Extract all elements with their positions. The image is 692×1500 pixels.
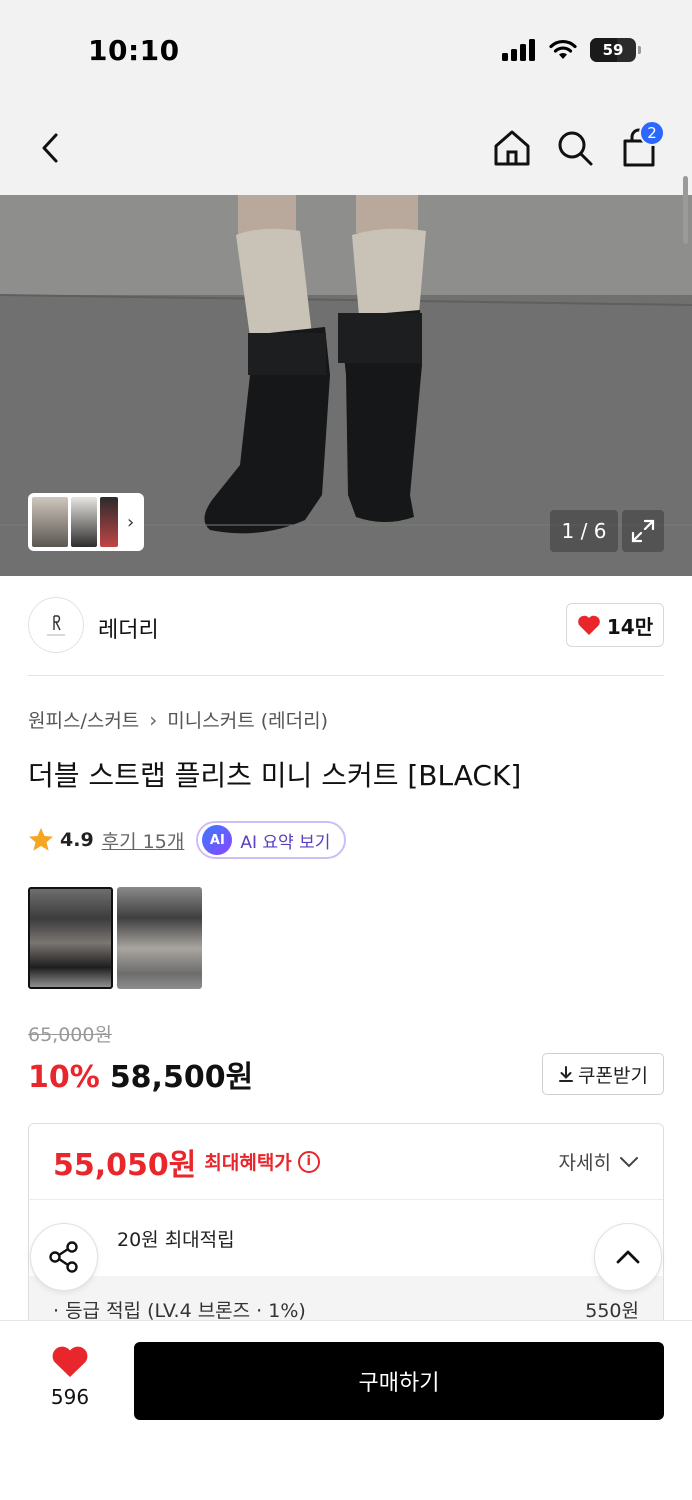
ai-summary-label: AI 요약 보기: [240, 832, 331, 853]
scroll-to-top-button[interactable]: [594, 1223, 662, 1291]
chevron-right-icon: ›: [149, 707, 158, 732]
home-icon: [494, 130, 530, 166]
color-option-thumbnail[interactable]: [117, 887, 202, 989]
product-image[interactable]: › 1 / 6: [0, 195, 692, 576]
points-row: 20원 최대적립: [29, 1200, 663, 1276]
brand-logo-mark: [47, 615, 65, 636]
points-text: 20원 최대적립: [117, 1228, 235, 1251]
coupon-download-button[interactable]: 쿠폰받기: [542, 1053, 664, 1095]
wishlist-count: 596: [50, 1385, 90, 1409]
brand-name[interactable]: 레더리: [98, 612, 159, 644]
star-icon: [29, 828, 53, 851]
brand-like-count: 14만: [606, 614, 654, 639]
bottom-action-bar: 596 구매하기: [0, 1320, 692, 1500]
buy-button[interactable]: 구매하기: [134, 1342, 664, 1420]
review-count-link[interactable]: 후기 15개: [102, 827, 185, 854]
breadcrumb-item[interactable]: 원피스/스커트: [28, 706, 139, 733]
max-benefit-row: 55,050원 최대혜택가 i 자세히: [29, 1124, 663, 1200]
detail-label: 자세히: [558, 1152, 611, 1174]
signal-icon: [502, 39, 535, 61]
max-benefit-label: 최대혜택가: [204, 1152, 292, 1174]
share-icon: [49, 1241, 78, 1273]
brand-row: 레더리 14만: [0, 576, 692, 676]
expand-icon: [631, 519, 655, 543]
share-button[interactable]: [30, 1223, 98, 1291]
battery-level: 59: [602, 41, 624, 59]
info-icon[interactable]: i: [297, 1150, 320, 1173]
download-icon: [559, 1066, 574, 1082]
brand-like-button[interactable]: 14만: [566, 603, 664, 647]
brand-logo[interactable]: [28, 597, 84, 653]
benefit-detail-toggle[interactable]: 자세히: [559, 1148, 639, 1175]
status-bar: 10:10 59: [0, 0, 692, 100]
scrollbar[interactable]: [683, 176, 688, 244]
points-line: · 등급 적립 (LV.4 브론즈 · 1%) 550원: [53, 1296, 639, 1323]
discount-rate: 10%: [28, 1060, 100, 1095]
product-title: 더블 스트랩 플리츠 미니 스커트 [BLACK]: [28, 759, 522, 792]
cart-count-badge: 2: [639, 120, 665, 146]
gallery-page-counter: 1 / 6: [550, 510, 618, 552]
back-button[interactable]: [26, 122, 74, 174]
chevron-left-icon: [42, 133, 58, 163]
chevron-up-icon: [616, 1250, 640, 1264]
search-icon: [558, 131, 593, 166]
heart-icon: [578, 615, 600, 635]
expand-button[interactable]: [622, 510, 664, 552]
sale-price: 58,500원: [109, 1060, 254, 1095]
search-button[interactable]: [551, 122, 599, 174]
breadcrumb: 원피스/스커트 › 미니스커트 (레더리): [28, 706, 328, 733]
cart-button[interactable]: 2: [615, 120, 665, 174]
price-row: 10% 58,500원: [28, 1052, 253, 1096]
points-line-value: 550원: [585, 1300, 639, 1322]
color-option-thumbnail[interactable]: [28, 887, 113, 989]
wishlist-button[interactable]: 596: [30, 1345, 110, 1409]
ai-summary-button[interactable]: AI AI 요약 보기: [196, 821, 347, 859]
status-time: 10:10: [88, 34, 180, 67]
chevron-down-icon: [620, 1156, 638, 1167]
ai-icon: AI: [202, 825, 233, 855]
divider: [28, 675, 664, 676]
coupon-label: 쿠폰받기: [578, 1064, 648, 1087]
points-line-label: · 등급 적립 (LV.4 브론즈 · 1%): [53, 1300, 306, 1322]
gallery-thumbnail: [100, 497, 118, 547]
battery-icon: 59: [590, 38, 641, 62]
nav-bar: 2: [0, 100, 692, 195]
rating-row: 4.9 후기 15개 AI AI 요약 보기: [28, 820, 347, 860]
original-price: 65,000원: [28, 1024, 112, 1046]
heart-icon: [52, 1346, 88, 1377]
home-button[interactable]: [488, 122, 536, 174]
color-options: [28, 887, 202, 989]
status-icons: 59: [502, 38, 641, 62]
wifi-icon: [549, 39, 577, 59]
rating-value: 4.9: [60, 829, 94, 851]
gallery-thumbnail: [32, 497, 68, 547]
max-benefit-price: 55,050원: [53, 1147, 197, 1183]
chevron-right-icon: ›: [127, 511, 135, 533]
gallery-thumbnail-strip[interactable]: ›: [28, 493, 144, 551]
gallery-thumbnail: [71, 497, 97, 547]
breadcrumb-item[interactable]: 미니스커트 (레더리): [167, 706, 328, 733]
